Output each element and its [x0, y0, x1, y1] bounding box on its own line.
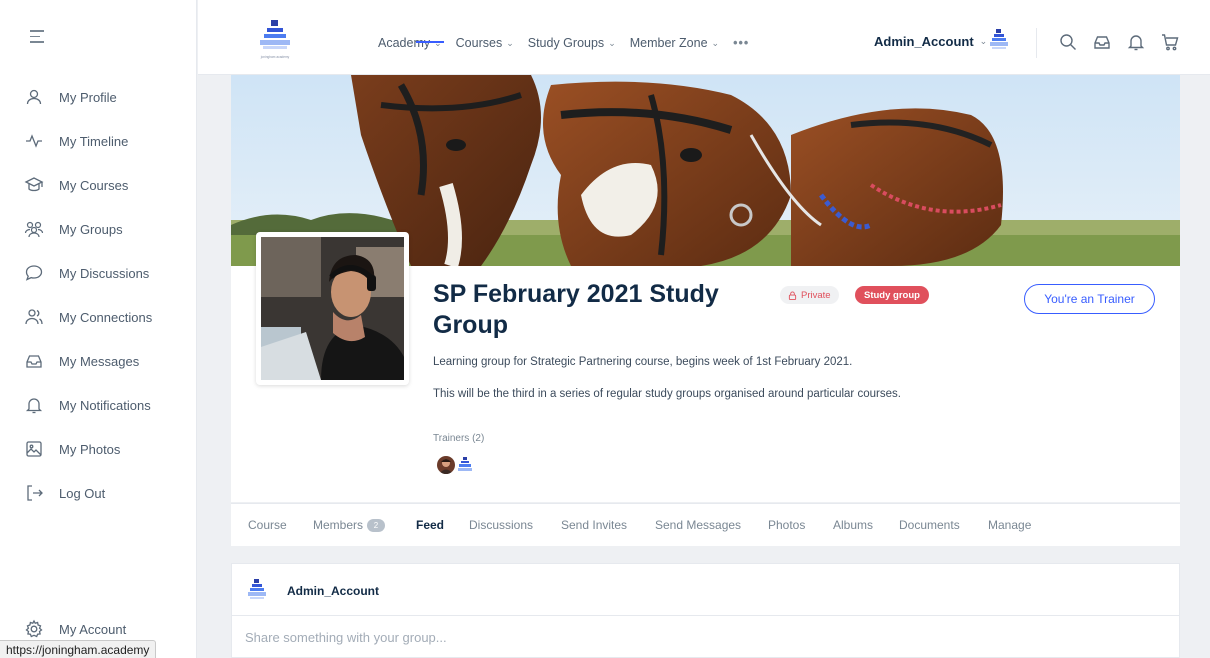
gear-icon [25, 619, 43, 638]
chevron-down-icon: ⌄ [506, 37, 514, 48]
sidebar-item-label: My Discussions [59, 265, 150, 281]
chevron-down-icon: ⌄ [434, 38, 442, 49]
group-type-badge: Study group [855, 286, 929, 304]
tab-albums[interactable]: Albums [833, 518, 873, 532]
menu-label: Member Zone [629, 36, 708, 50]
sidebar-item-my-profile[interactable]: My Profile [24, 85, 117, 109]
group-tabs: Course Members 2 Feed Discussions Send In… [231, 503, 1180, 546]
sidebar-item-my-connections[interactable]: My Connections [24, 305, 152, 329]
activity-post-form: Admin_Account Share something with your … [231, 563, 1180, 658]
discussion-icon [25, 265, 43, 281]
chevron-down-icon: ⌄ [711, 37, 720, 48]
account-avatar[interactable] [988, 28, 1010, 54]
menu-member-zone[interactable]: Member Zone ⌄ [630, 36, 719, 50]
active-tab-indicator [416, 41, 444, 43]
sidebar-item-log-out[interactable]: Log Out [24, 481, 105, 505]
post-input[interactable]: Share something with your group... [245, 630, 447, 645]
sidebar-item-label: My Timeline [59, 133, 129, 149]
sidebar-item-my-groups[interactable]: My Groups [24, 217, 123, 241]
role-button[interactable]: You're an Trainer [1024, 284, 1155, 314]
top-navigation-bar: joningham academy Academy ⌄ Courses ⌄ St… [198, 0, 1210, 75]
post-form-header: Admin_Account [232, 564, 1179, 616]
sidebar-item-my-messages[interactable]: My Messages [24, 349, 139, 373]
sidebar-item-label: My Connections [59, 309, 153, 325]
cart-icon[interactable] [1160, 32, 1180, 52]
tab-documents[interactable]: Documents [899, 518, 960, 532]
private-badge-label: Private [801, 289, 831, 301]
bell-icon [25, 398, 43, 414]
sidebar-item-label: My Photos [59, 441, 121, 457]
menu-courses[interactable]: Courses ⌄ [456, 36, 514, 50]
search-icon[interactable] [1058, 32, 1078, 52]
poster-name: Admin_Account [287, 584, 380, 598]
user-icon [26, 89, 42, 105]
tab-members[interactable]: Members 2 [313, 518, 386, 533]
tab-manage[interactable]: Manage [988, 518, 1031, 532]
menu-label: Academy [378, 36, 431, 50]
tab-label: Members [313, 518, 364, 532]
account-name: Admin_Account [874, 34, 974, 49]
poster-avatar [247, 578, 267, 602]
tab-send-messages[interactable]: Send Messages [655, 518, 741, 532]
sidebar-item-label: My Groups [59, 221, 123, 237]
more-menu-icon[interactable]: ••• [733, 36, 749, 50]
sidebar-item-my-photos[interactable]: My Photos [24, 437, 120, 461]
tab-discussions[interactable]: Discussions [469, 518, 533, 532]
sidebar-item-my-discussions[interactable]: My Discussions [24, 261, 149, 285]
hamburger-menu-icon[interactable] [30, 30, 46, 44]
menu-academy[interactable]: Academy ⌄ [378, 36, 442, 50]
sidebar: My Profile My Timeline My Courses My Gro… [0, 0, 197, 658]
group-avatar [256, 232, 409, 385]
group-description-extra: This will be the third in a series of re… [433, 388, 901, 400]
activity-icon [26, 134, 42, 148]
lock-icon [788, 290, 797, 300]
chevron-down-icon: ⌄ [979, 36, 988, 46]
sidebar-item-my-notifications[interactable]: My Notifications [24, 393, 151, 417]
inbox-icon [26, 355, 42, 368]
sidebar-item-label: My Account [59, 621, 127, 637]
account-menu[interactable]: Admin_Account ⌄ [874, 34, 987, 49]
sidebar-item-my-courses[interactable]: My Courses [24, 173, 128, 197]
group-description: Learning group for Strategic Partnering … [433, 356, 853, 368]
sidebar-item-label: My Notifications [59, 397, 151, 413]
sidebar-item-label: My Courses [59, 177, 129, 193]
tab-photos[interactable]: Photos [768, 518, 805, 532]
tab-feed[interactable]: Feed [416, 518, 444, 532]
menu-study-groups[interactable]: Study Groups ⌄ [528, 36, 616, 50]
menu-label: Courses [455, 36, 503, 50]
photo-icon [26, 441, 42, 457]
svg-text:joningham academy: joningham academy [260, 55, 290, 59]
chevron-down-icon: ⌄ [608, 37, 616, 48]
connections-icon [25, 309, 43, 325]
groups-icon [24, 221, 44, 238]
main-menu: Academy ⌄ Courses ⌄ Study Groups ⌄ Membe… [378, 36, 749, 50]
trainer-avatar[interactable] [437, 456, 455, 474]
sidebar-item-label: My Messages [59, 353, 140, 369]
tab-course[interactable]: Course [248, 518, 287, 532]
trainer-avatar[interactable] [456, 456, 474, 474]
group-title: SP February 2021 Study Group [433, 280, 719, 339]
members-count-badge: 2 [367, 519, 386, 533]
inbox-icon[interactable] [1092, 32, 1112, 52]
logout-icon [27, 485, 43, 501]
private-badge: Private [780, 286, 839, 304]
status-bar-url: https://joningham.academy [0, 640, 157, 658]
academy-logo[interactable]: joningham academy [256, 18, 294, 62]
graduation-cap-icon [24, 177, 44, 192]
trainers-label: Trainers (2) [433, 433, 485, 444]
divider [1036, 28, 1037, 58]
tab-send-invites[interactable]: Send Invites [561, 518, 627, 532]
sidebar-item-label: Log Out [59, 485, 106, 501]
sidebar-item-my-timeline[interactable]: My Timeline [24, 129, 128, 153]
menu-label: Study Groups [527, 36, 605, 50]
bell-icon[interactable] [1126, 32, 1146, 52]
sidebar-item-label: My Profile [59, 89, 117, 105]
sidebar-item-my-account[interactable]: My Account [24, 617, 126, 641]
